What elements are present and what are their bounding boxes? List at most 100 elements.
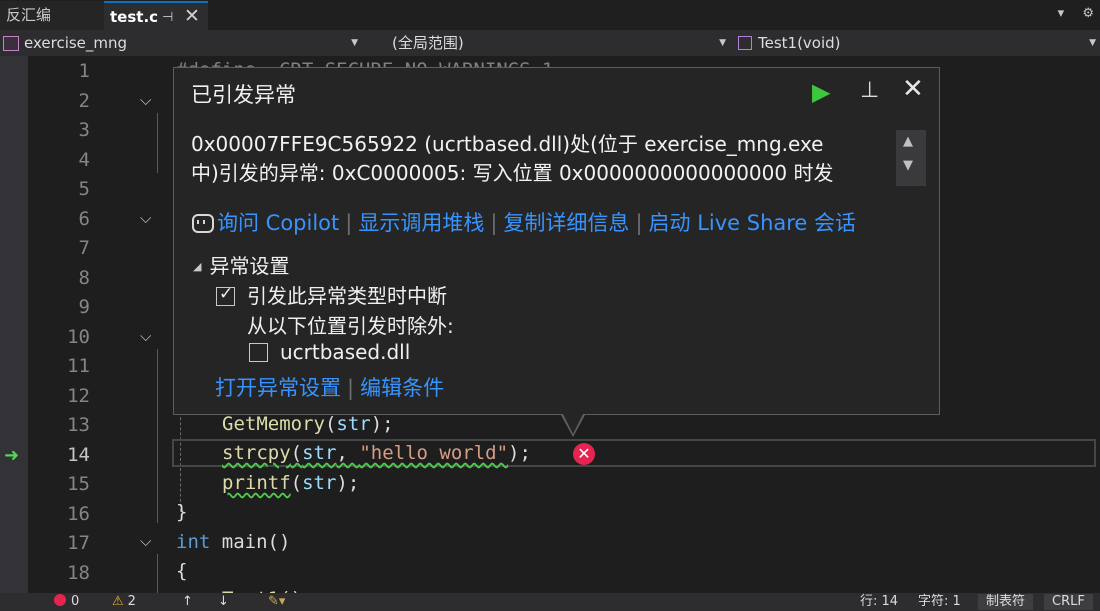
status-bar: 0 ⚠ 2 ↑ ↓ ✎▾ 行: 14 字符: 1 制表符 CRLF xyxy=(0,593,1100,611)
exception-message: 0x00007FFE9C565922 (ucrtbased.dll)处(位于 e… xyxy=(191,130,881,188)
scroll-down-icon[interactable]: ▼ xyxy=(903,158,913,173)
module-row[interactable]: ucrtbased.dll xyxy=(249,340,410,364)
line-indicator[interactable]: 行: 14 xyxy=(860,594,898,610)
code-line-14: strcpy(str, "hello world"); xyxy=(222,442,531,464)
warning-icon: ⚠ xyxy=(112,594,124,609)
project-dropdown-label: exercise_mng xyxy=(24,34,128,52)
scope-dropdown-label: (全局范围) xyxy=(392,34,464,52)
function-cube-icon xyxy=(738,36,752,50)
error-count-value: 0 xyxy=(71,594,80,609)
line-ending-indicator[interactable]: CRLF xyxy=(1044,594,1093,610)
message-scrollbar[interactable]: ▲ ▼ xyxy=(896,130,926,186)
line-number: 11 xyxy=(67,355,90,377)
pin-icon[interactable]: ⊥ xyxy=(860,78,879,103)
module-checkbox[interactable] xyxy=(249,343,268,362)
copilot-icon xyxy=(191,212,214,233)
line-number: 3 xyxy=(78,119,90,141)
break-on-type-label: 引发此异常类型时中断 xyxy=(247,284,447,308)
line-number: 10 xyxy=(67,325,90,348)
scroll-up-icon[interactable]: ▲ xyxy=(903,134,913,149)
current-statement-arrow-icon: ➜ xyxy=(4,445,20,466)
code-token: ); xyxy=(508,442,531,464)
fold-toggle-icon[interactable]: ⌵ xyxy=(140,532,151,550)
exception-error-icon[interactable]: ✕ xyxy=(573,443,595,465)
break-on-type-checkbox[interactable] xyxy=(216,284,235,306)
line-number: 1 xyxy=(78,60,90,82)
exception-message-line-2: 中)引发的异常: 0xC0000005: 写入位置 0x000000000000… xyxy=(191,161,834,185)
tab-test-c[interactable]: test.c ⊣ ✕ xyxy=(104,1,208,30)
fold-guide xyxy=(157,554,158,593)
column-indicator[interactable]: 字符: 1 xyxy=(918,594,961,610)
tab-close-icon[interactable]: ✕ xyxy=(184,2,200,31)
scope-dropdown[interactable]: (全局范围) ▼ xyxy=(366,33,730,54)
tab-pin-icon[interactable]: ⊣ xyxy=(162,3,173,32)
fold-toggle-icon[interactable]: ⌵ xyxy=(140,327,151,345)
ask-copilot-link[interactable]: 询问 Copilot xyxy=(217,211,339,235)
warning-count-value: 2 xyxy=(127,594,136,609)
code-line-13: GetMemory(str); xyxy=(222,413,394,435)
code-line-15: printf(str); xyxy=(222,472,359,494)
show-call-stack-link[interactable]: 显示调用堆栈 xyxy=(358,211,484,235)
collapse-triangle-icon: ◢ xyxy=(193,260,202,273)
code-token: strcpy xyxy=(222,442,291,464)
start-live-share-link[interactable]: 启动 Live Share 会话 xyxy=(649,211,857,235)
exception-message-line-1: 0x00007FFE9C565922 (ucrtbased.dll)处(位于 e… xyxy=(191,132,824,156)
code-token: str xyxy=(336,413,371,435)
fold-guide xyxy=(157,349,158,523)
code-token: printf xyxy=(222,472,291,494)
open-exception-settings-link[interactable]: 打开异常设置 xyxy=(215,376,341,400)
project-dropdown[interactable]: exercise_mng ▼ xyxy=(0,33,362,54)
code-cleanup-icon[interactable]: ✎▾ xyxy=(268,594,285,610)
continue-play-icon[interactable]: ▶ xyxy=(812,78,830,106)
line-number: 16 xyxy=(67,502,90,525)
warning-count[interactable]: ⚠ 2 xyxy=(112,594,136,610)
code-line-16: } xyxy=(176,501,188,523)
line-number: 14 xyxy=(67,443,90,466)
function-dropdown-label: Test1(void) xyxy=(758,34,841,52)
line-number: 9 xyxy=(78,296,90,318)
tab-mode-indicator[interactable]: 制表符 xyxy=(978,594,1034,610)
break-on-type-row[interactable]: 引发此异常类型时中断 xyxy=(216,280,447,309)
code-token: ); xyxy=(336,472,360,494)
line-number: 17 xyxy=(67,532,90,554)
line-number: 7 xyxy=(78,237,90,259)
fold-guide xyxy=(157,113,158,173)
edit-conditions-link[interactable]: 编辑条件 xyxy=(360,376,444,400)
popup-pointer-fill xyxy=(563,414,583,434)
tab-overflow-icon[interactable]: ▾ xyxy=(1058,6,1065,21)
document-tab-strip: 反汇编 test.c ⊣ ✕ ▾ ⚙ xyxy=(0,0,1100,31)
line-number: 18 xyxy=(67,561,90,584)
chevron-down-icon: ▼ xyxy=(719,38,726,48)
exception-actions: 询问 Copilot | 显示调用堆栈 | 复制详细信息 | 启动 Live Share 会… xyxy=(191,207,856,237)
next-issue-icon[interactable]: ↓ xyxy=(218,594,229,610)
project-icon xyxy=(3,36,19,51)
line-number: 4 xyxy=(78,148,90,171)
code-token: ( xyxy=(290,442,303,464)
error-icon xyxy=(54,594,66,606)
code-token: str xyxy=(302,472,337,494)
code-token: ); xyxy=(370,413,394,435)
code-token: , xyxy=(336,442,360,464)
line-number: 12 xyxy=(67,384,90,407)
tab-test-c-label: test.c xyxy=(110,8,159,26)
copy-details-link[interactable]: 复制详细信息 xyxy=(503,211,629,235)
previous-issue-icon[interactable]: ↑ xyxy=(182,594,193,610)
line-number: 5 xyxy=(78,178,90,200)
function-dropdown[interactable]: Test1(void) ▼ xyxy=(734,33,1100,54)
code-token: ( xyxy=(324,413,337,435)
fold-toggle-icon[interactable]: ⌵ xyxy=(140,209,151,227)
code-token: int xyxy=(176,531,211,553)
tab-disassembly[interactable]: 反汇编 xyxy=(0,1,104,30)
error-count[interactable]: 0 xyxy=(54,594,79,610)
fold-toggle-icon[interactable]: ⌵ xyxy=(140,91,151,109)
tab-disassembly-label: 反汇编 xyxy=(6,6,52,24)
exception-settings-header[interactable]: ◢ 异常设置 xyxy=(193,250,289,279)
gear-icon[interactable]: ⚙ xyxy=(1082,6,1094,21)
indicator-margin[interactable] xyxy=(0,56,28,593)
close-icon[interactable]: ✕ xyxy=(902,74,924,104)
except-when-label: 从以下位置引发时除外: xyxy=(247,314,454,338)
exception-settings-actions: 打开异常设置 | 编辑条件 xyxy=(215,372,444,402)
code-token: "hello world" xyxy=(359,442,509,464)
popup-title: 已引发异常 xyxy=(191,83,296,107)
code-line-18: { xyxy=(176,560,188,582)
